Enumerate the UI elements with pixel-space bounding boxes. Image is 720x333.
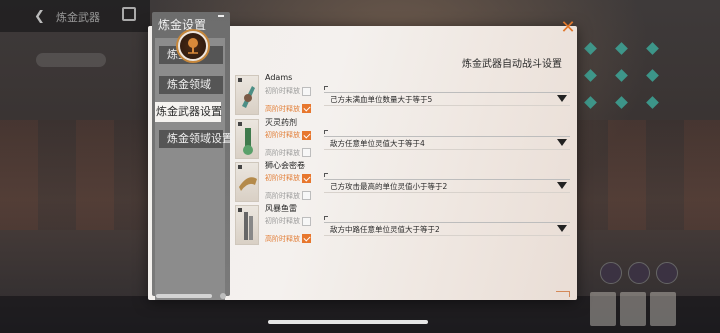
- select-corner-mark: [324, 86, 328, 90]
- release-at-high-tier-checkbox[interactable]: [302, 191, 311, 200]
- condition-select[interactable]: 敌方任意单位灵值大于等于4: [324, 136, 570, 150]
- condition-select[interactable]: 己方攻击最高的单位灵值小于等于2: [324, 179, 570, 193]
- close-icon[interactable]: ✕: [560, 19, 576, 37]
- dropdown-arrow-icon[interactable]: [557, 95, 567, 102]
- release-at-high-tier-label: 高阶时释放: [265, 192, 300, 200]
- panel-title: 炼金武器自动战斗设置: [462, 59, 562, 70]
- dropdown-arrow-icon[interactable]: [557, 225, 567, 232]
- condition-select[interactable]: 己方未满血单位数量大于等于5: [324, 92, 570, 106]
- background-card: [650, 292, 676, 326]
- weapon-row: 狮心会密卷 初阶时释放 高阶时释放 己方攻击最高的单位灵值小于等于2: [235, 161, 575, 204]
- dialog-corner-mark: [556, 291, 570, 297]
- background-card: [620, 292, 646, 326]
- release-at-high-tier-label: 高阶时释放: [265, 149, 300, 157]
- tab-alchemy-weapon-settings[interactable]: 炼金武器设置: [155, 102, 222, 122]
- weapon-row: 风暴鱼雷 初阶时释放 高阶时释放 敌方中路任意单位灵值大于等于2: [235, 204, 575, 247]
- sidebar-footer: [152, 292, 230, 300]
- background-title: 炼金武器: [56, 11, 100, 24]
- weapon-name: 狮心会密卷: [265, 161, 305, 170]
- release-at-high-tier-label: 高阶时释放: [265, 235, 300, 243]
- weapon-row: 灭灵药剂 初阶时释放 高阶时释放 敌方任意单位灵值大于等于4: [235, 118, 575, 161]
- select-corner-mark: [324, 216, 328, 220]
- select-corner-mark: [324, 173, 328, 177]
- tab-alchemy-domain[interactable]: 炼金领域: [159, 76, 223, 94]
- release-at-low-tier-checkbox[interactable]: [302, 87, 311, 96]
- weapon-card-image: [235, 119, 259, 159]
- select-corner-mark: [324, 130, 328, 134]
- weapon-card-image: [235, 162, 259, 202]
- release-at-high-tier-checkbox[interactable]: [302, 234, 311, 243]
- release-at-low-tier-label: 初阶时释放: [265, 87, 300, 95]
- dropdown-arrow-icon[interactable]: [557, 182, 567, 189]
- release-at-low-tier-checkbox[interactable]: [302, 217, 311, 226]
- release-at-low-tier-checkbox[interactable]: [302, 131, 311, 140]
- back-arrow-icon: ❮: [34, 9, 45, 24]
- release-at-low-tier-label: 初阶时释放: [265, 217, 300, 225]
- background-skill-icon: [656, 262, 678, 284]
- background-grid-markers: [584, 42, 706, 125]
- home-icon: [122, 7, 136, 21]
- weapon-name: 灭灵药剂: [265, 118, 297, 127]
- release-at-high-tier-checkbox[interactable]: [302, 148, 311, 157]
- weapon-name: Adams: [265, 73, 293, 82]
- release-at-low-tier-label: 初阶时释放: [265, 174, 300, 182]
- weapon-card-image: [235, 75, 259, 115]
- weapon-name: 风暴鱼雷: [265, 204, 297, 213]
- background-pill: [36, 53, 106, 67]
- sidebar-title-mark: [218, 15, 224, 17]
- sidebar-indicator-dot: [220, 293, 226, 299]
- condition-select[interactable]: 敌方中路任意单位灵值大于等于2: [324, 222, 570, 236]
- home-indicator-bar[interactable]: [268, 320, 428, 324]
- release-at-low-tier-label: 初阶时释放: [265, 131, 300, 139]
- alchemy-tree-emblem-icon: [178, 31, 208, 61]
- release-at-low-tier-checkbox[interactable]: [302, 174, 311, 183]
- sidebar-scrollbar[interactable]: [156, 294, 212, 298]
- tab-alchemy-domain-settings[interactable]: 炼金领域设置: [159, 130, 233, 148]
- sidebar-tab-list: 炼金 炼金领域 炼金武器设置 炼金领域设置: [155, 38, 233, 300]
- weapon-card-image: [235, 205, 259, 245]
- background-skill-icon: [600, 262, 622, 284]
- dropdown-arrow-icon[interactable]: [557, 139, 567, 146]
- release-at-high-tier-label: 高阶时释放: [265, 105, 300, 113]
- release-at-high-tier-checkbox[interactable]: [302, 104, 311, 113]
- weapon-row: Adams 初阶时释放 高阶时释放 己方未满血单位数量大于等于5: [235, 73, 575, 117]
- background-card: [590, 292, 616, 326]
- background-skill-icon: [628, 262, 650, 284]
